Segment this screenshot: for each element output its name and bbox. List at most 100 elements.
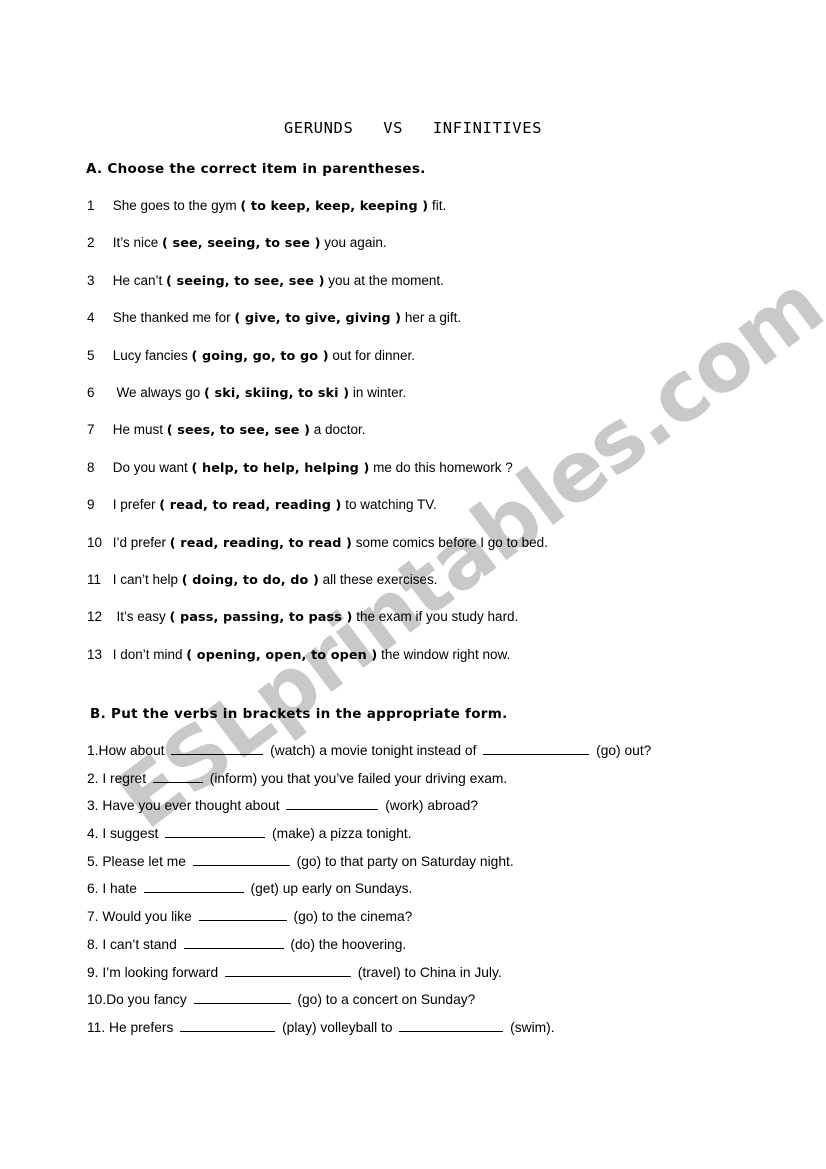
question-text-after: her a gift. <box>401 310 462 326</box>
worksheet-page: ESLprintables.com GERUNDS VS INFINITIVES… <box>0 0 826 1169</box>
fill-blank-row: 3. Have you ever thought about (work) ab… <box>87 797 807 825</box>
answer-blank[interactable] <box>180 1019 276 1032</box>
sentence-text: I suggest <box>98 826 163 842</box>
question-number: 12 <box>87 609 103 625</box>
question-number: 5. <box>87 853 99 869</box>
answer-blank[interactable] <box>198 908 287 922</box>
question-text-after: some comics before I go to bed. <box>352 534 548 550</box>
question-row: 11 I can’t help ( doing, to do, do ) all… <box>87 572 787 609</box>
answer-options[interactable]: ( doing, to do, do ) <box>182 573 319 588</box>
sentence-text: (do) the hoovering. <box>286 936 407 952</box>
page-title: GERUNDS VS INFINITIVES <box>283 119 543 137</box>
question-number: 10. <box>87 992 107 1008</box>
answer-blank[interactable] <box>483 742 590 755</box>
question-text-before: Do you want <box>109 459 192 475</box>
question-number: 6 <box>87 384 95 400</box>
question-text-after: fit. <box>428 198 447 213</box>
question-text-before: She goes to the gym <box>109 198 241 213</box>
fill-blank-row: 6. I hate (get) up early on Sundays. <box>87 880 807 908</box>
question-text-before: Lucy fancies <box>109 347 192 363</box>
question-number: 4 <box>87 310 95 326</box>
sentence-text: (swim). <box>506 1019 555 1035</box>
question-text-after: you again. <box>320 235 387 251</box>
sentence-text: I regret <box>98 770 150 786</box>
fill-blank-row: 10. Do you fancy (go) to a concert on Sun… <box>87 991 807 1019</box>
question-text-after: to watching TV. <box>341 497 437 513</box>
sentence-text: (play) volleyball to <box>278 1019 397 1035</box>
question-row: 9 I prefer ( read, to read, reading ) to… <box>87 497 787 534</box>
question-number: 8. <box>87 936 99 952</box>
question-text-before: I don’t mind <box>109 646 187 662</box>
question-row: 6 We always go ( ski, skiing, to ski ) i… <box>87 385 787 422</box>
answer-options[interactable]: ( seeing, to see, see ) <box>166 274 325 289</box>
fill-blank-row: 11. He prefers (play) volleyball to (swi… <box>87 1019 807 1047</box>
question-number: 3. <box>87 798 99 814</box>
question-number: 10 <box>87 534 103 550</box>
answer-options[interactable]: ( opening, open, to open ) <box>186 648 377 663</box>
answer-blank[interactable] <box>224 964 351 977</box>
answer-blank[interactable] <box>165 825 266 839</box>
answer-options[interactable]: ( going, go, to go ) <box>192 349 329 364</box>
sentence-text: Do you fancy <box>106 992 191 1008</box>
answer-options[interactable]: ( read, to read, reading ) <box>159 498 341 513</box>
answer-options[interactable]: ( ski, skiing, to ski ) <box>204 386 349 401</box>
answer-blank[interactable] <box>286 797 379 811</box>
answer-blank[interactable] <box>143 880 244 894</box>
sentence-text: (work) abroad? <box>381 798 478 814</box>
question-number: 13 <box>87 646 103 662</box>
sentence-text: (make) a pizza tonight. <box>268 826 412 842</box>
answer-blank[interactable] <box>183 936 284 949</box>
sentence-text: (go) to that party on Saturday night. <box>292 853 514 869</box>
section-b-question-list: 1. How about (watch) a movie tonight inst… <box>87 742 807 1047</box>
answer-blank[interactable] <box>399 1019 504 1032</box>
section-a-question-list: 1 She goes to the gym ( to keep, keep, k… <box>87 198 787 684</box>
sentence-text: I’m looking forward <box>98 964 222 980</box>
question-text-before: We always go <box>109 384 205 400</box>
answer-options[interactable]: ( give, to give, giving ) <box>234 311 401 326</box>
fill-blank-row: 2. I regret (inform) you that you’ve fai… <box>87 770 807 798</box>
sentence-text: Have you ever thought about <box>98 798 284 814</box>
fill-blank-row: 1. How about (watch) a movie tonight inst… <box>87 742 807 770</box>
answer-blank[interactable] <box>193 991 291 1005</box>
sentence-text: (go) out? <box>592 743 652 758</box>
question-number: 1 <box>87 198 95 213</box>
question-row: 5 Lucy fancies ( going, go, to go ) out … <box>87 348 787 385</box>
answer-blank[interactable] <box>192 853 290 866</box>
question-number: 1. <box>87 743 99 758</box>
sentence-text: (get) up early on Sundays. <box>246 881 413 897</box>
question-text-before: He must <box>109 422 167 438</box>
question-text-before: I can’t help <box>109 571 182 587</box>
section-a-heading: A. Choose the correct item in parenthese… <box>86 161 426 177</box>
question-text-before: She thanked me for <box>109 310 235 326</box>
question-number: 11 <box>87 571 102 587</box>
question-number: 7. <box>87 909 99 925</box>
answer-options[interactable]: ( help, to help, helping ) <box>192 461 370 476</box>
answer-options[interactable]: ( read, reading, to read ) <box>170 536 352 551</box>
question-text-after: me do this homework ? <box>369 459 513 475</box>
answer-options[interactable]: ( to keep, keep, keeping ) <box>240 199 428 214</box>
question-number: 8 <box>87 459 95 475</box>
sentence-text: Would you like <box>98 909 196 925</box>
question-number: 6. <box>87 881 99 897</box>
question-text-after: the window right now. <box>377 646 511 662</box>
question-row: 3 He can’t ( seeing, to see, see ) you a… <box>87 273 787 310</box>
answer-options[interactable]: ( sees, to see, see ) <box>167 423 310 438</box>
answer-options[interactable]: ( see, seeing, to see ) <box>162 236 321 251</box>
question-row: 4 She thanked me for ( give, to give, gi… <box>87 310 787 347</box>
answer-blank[interactable] <box>171 742 264 755</box>
worksheet-content: GERUNDS VS INFINITIVES A. Choose the cor… <box>0 0 826 1169</box>
question-text-after: in winter. <box>349 384 407 400</box>
question-text-after: out for dinner. <box>328 347 415 363</box>
sentence-text: I hate <box>98 881 141 897</box>
question-row: 13 I don’t mind ( opening, open, to open… <box>87 647 787 684</box>
fill-blank-row: 5. Please let me (go) to that party on S… <box>87 853 807 881</box>
question-row: 12 It’s easy ( pass, passing, to pass ) … <box>87 609 787 646</box>
question-text-before: It’s easy <box>109 609 170 625</box>
question-number: 7 <box>87 422 95 438</box>
answer-blank[interactable] <box>152 770 203 783</box>
question-row: 2 It’s nice ( see, seeing, to see ) you … <box>87 235 787 272</box>
sentence-text: Please let me <box>98 853 190 869</box>
fill-blank-row: 4. I suggest (make) a pizza tonight. <box>87 825 807 853</box>
answer-options[interactable]: ( pass, passing, to pass ) <box>170 610 353 625</box>
question-number: 4. <box>87 826 99 842</box>
